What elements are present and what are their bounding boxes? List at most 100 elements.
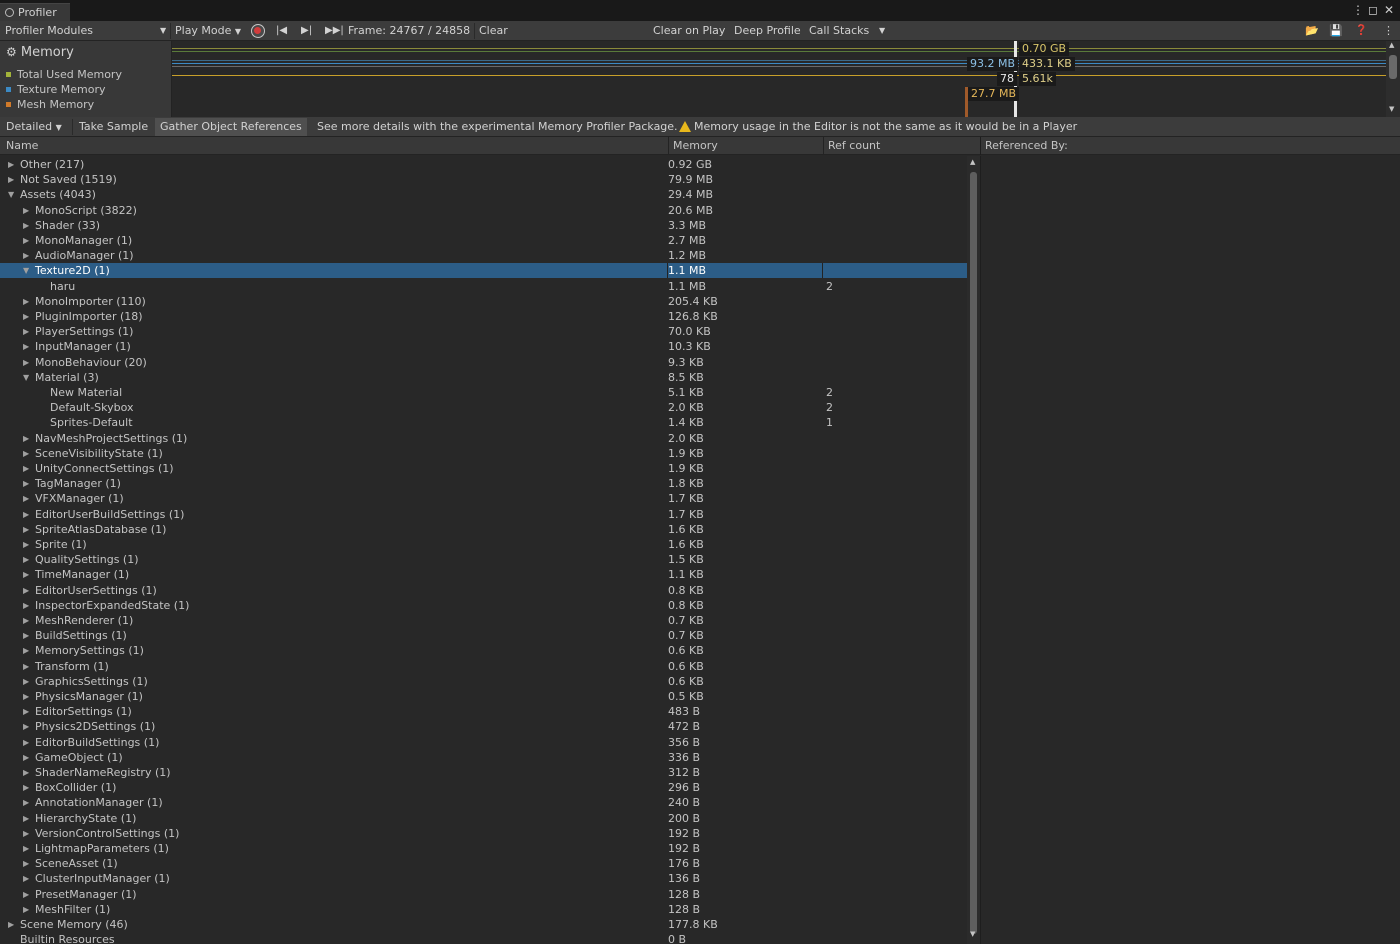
collapsed-arrow-icon[interactable]: ▶ — [23, 902, 29, 917]
tree-row[interactable]: Default-Skybox 2.0 KB 2 — [0, 400, 967, 415]
collapsed-arrow-icon[interactable]: ▶ — [23, 795, 29, 810]
column-header-name[interactable]: Name — [0, 137, 668, 155]
tree-row[interactable]: ▶ PhysicsManager (1) 0.5 KB — [0, 689, 967, 704]
memory-tree[interactable]: ▶ Other (217) 0.92 GB ▶ Not Saved (1519) 79.9… — [0, 156, 967, 944]
collapsed-arrow-icon[interactable]: ▶ — [23, 735, 29, 750]
expanded-arrow-icon[interactable]: ▼ — [23, 370, 29, 385]
tree-row[interactable]: ▶ Shader (33) 3.3 MB — [0, 218, 967, 233]
collapsed-arrow-icon[interactable]: ▶ — [23, 871, 29, 886]
collapsed-arrow-icon[interactable]: ▶ — [23, 431, 29, 446]
tree-row[interactable]: ▶ PlayerSettings (1) 70.0 KB — [0, 324, 967, 339]
tree-row[interactable]: ▼ Texture2D (1) 1.1 MB — [0, 263, 967, 279]
play-mode-dropdown[interactable]: Play Mode ▼ — [175, 21, 241, 41]
gather-object-references-toggle[interactable]: Gather Object References — [155, 118, 307, 136]
tree-row[interactable]: ▶ AudioManager (1) 1.2 MB — [0, 248, 967, 263]
collapsed-arrow-icon[interactable]: ▶ — [23, 887, 29, 902]
collapsed-arrow-icon[interactable]: ▶ — [23, 218, 29, 233]
column-header-memory[interactable]: Memory — [668, 137, 823, 155]
collapsed-arrow-icon[interactable]: ▶ — [23, 567, 29, 582]
collapsed-arrow-icon[interactable]: ▶ — [23, 537, 29, 552]
collapsed-arrow-icon[interactable]: ▶ — [23, 203, 29, 218]
collapsed-arrow-icon[interactable]: ▶ — [23, 719, 29, 734]
tree-row[interactable]: ▶ ShaderNameRegistry (1) 312 B — [0, 765, 967, 780]
collapsed-arrow-icon[interactable]: ▶ — [23, 765, 29, 780]
collapsed-arrow-icon[interactable]: ▶ — [23, 294, 29, 309]
scroll-up-icon[interactable]: ▲ — [970, 158, 975, 166]
tree-row[interactable]: ▶ VFXManager (1) 1.7 KB — [0, 491, 967, 506]
tree-row[interactable]: ▶ Scene Memory (46) 177.8 KB — [0, 917, 967, 932]
tree-row[interactable]: ▼ Material (3) 8.5 KB — [0, 370, 967, 385]
collapsed-arrow-icon[interactable]: ▶ — [23, 491, 29, 506]
scroll-down-icon[interactable]: ▼ — [970, 930, 975, 938]
memory-module-panel[interactable]: ⚙ Memory Total Used Memory Texture Memor… — [0, 41, 172, 117]
collapsed-arrow-icon[interactable]: ▶ — [23, 811, 29, 826]
scroll-up-icon[interactable]: ▲ — [1389, 41, 1394, 49]
memory-profiler-package-hint[interactable]: See more details with the experimental M… — [312, 118, 683, 136]
collapsed-arrow-icon[interactable]: ▶ — [23, 750, 29, 765]
tree-row[interactable]: ▶ Physics2DSettings (1) 472 B — [0, 719, 967, 734]
collapsed-arrow-icon[interactable]: ▶ — [23, 628, 29, 643]
call-stacks-dropdown-arrow[interactable]: ▼ — [879, 21, 885, 41]
tree-row[interactable]: ▶ GameObject (1) 336 B — [0, 750, 967, 765]
tree-row[interactable]: ▶ VersionControlSettings (1) 192 B — [0, 826, 967, 841]
tree-row[interactable]: ▶ UnityConnectSettings (1) 1.9 KB — [0, 461, 967, 476]
collapsed-arrow-icon[interactable]: ▶ — [23, 507, 29, 522]
collapsed-arrow-icon[interactable]: ▶ — [23, 613, 29, 628]
collapsed-arrow-icon[interactable]: ▶ — [23, 552, 29, 567]
collapsed-arrow-icon[interactable]: ▶ — [8, 917, 14, 932]
more-options-icon[interactable]: ⋮ — [1352, 3, 1364, 17]
current-frame-button[interactable]: ▶▶| — [325, 21, 344, 41]
tree-row[interactable]: ▶ SceneAsset (1) 176 B — [0, 856, 967, 871]
graph-scroll-thumb[interactable] — [1389, 55, 1397, 79]
tree-row[interactable]: ▶ NavMeshProjectSettings (1) 2.0 KB — [0, 431, 967, 446]
tree-row[interactable]: ▶ MonoImporter (110) 205.4 KB — [0, 294, 967, 309]
tree-scroll-thumb[interactable] — [970, 172, 977, 934]
tree-row[interactable]: ▶ PresetManager (1) 128 B — [0, 887, 967, 902]
collapsed-arrow-icon[interactable]: ▶ — [23, 309, 29, 324]
more-options-icon[interactable]: ⋮ — [1383, 21, 1394, 41]
tree-row[interactable]: ▶ InspectorExpandedState (1) 0.8 KB — [0, 598, 967, 613]
legend-texture-memory[interactable]: Texture Memory — [6, 83, 106, 96]
memory-graph[interactable]: 0.70 GB 93.2 MB 433.1 KB 78 5.61k 27.7 M… — [172, 41, 1386, 117]
save-icon[interactable]: 💾 — [1329, 21, 1343, 41]
call-stacks-toggle[interactable]: Call Stacks — [809, 21, 869, 41]
collapsed-arrow-icon[interactable]: ▶ — [23, 233, 29, 248]
tree-row[interactable]: ▶ BoxCollider (1) 296 B — [0, 780, 967, 795]
collapsed-arrow-icon[interactable]: ▶ — [23, 583, 29, 598]
first-frame-button[interactable]: |◀ — [276, 21, 287, 41]
clear-on-play-toggle[interactable]: Clear on Play — [653, 21, 725, 41]
view-mode-dropdown[interactable]: Detailed ▼ — [1, 118, 67, 136]
tree-row[interactable]: ▶ TimeManager (1) 1.1 KB — [0, 567, 967, 582]
tree-row[interactable]: ▶ ClusterInputManager (1) 136 B — [0, 871, 967, 886]
tree-row[interactable]: ▶ BuildSettings (1) 0.7 KB — [0, 628, 967, 643]
collapsed-arrow-icon[interactable]: ▶ — [23, 643, 29, 658]
profiler-window-tab[interactable]: Profiler — [0, 3, 70, 21]
tree-row[interactable]: ▶ MeshRenderer (1) 0.7 KB — [0, 613, 967, 628]
tree-row[interactable]: haru 1.1 MB 2 — [0, 279, 967, 294]
tree-row[interactable]: ▼ Assets (4043) 29.4 MB — [0, 187, 967, 202]
tree-row[interactable]: ▶ Not Saved (1519) 79.9 MB — [0, 172, 967, 187]
scroll-down-icon[interactable]: ▼ — [1389, 105, 1394, 113]
tree-row[interactable]: Sprites-Default 1.4 KB 1 — [0, 415, 967, 430]
tree-row[interactable]: ▶ SceneVisibilityState (1) 1.9 KB — [0, 446, 967, 461]
legend-total-used-memory[interactable]: Total Used Memory — [6, 68, 122, 81]
tree-row[interactable]: ▶ MonoScript (3822) 20.6 MB — [0, 203, 967, 218]
profiler-modules-dropdown[interactable]: Profiler Modules ▼ — [5, 21, 170, 41]
expanded-arrow-icon[interactable]: ▼ — [23, 263, 29, 278]
tree-row[interactable]: Builtin Resources 0 B — [0, 932, 967, 944]
deep-profile-toggle[interactable]: Deep Profile — [734, 21, 801, 41]
tree-row[interactable]: ▶ MemorySettings (1) 0.6 KB — [0, 643, 967, 658]
collapsed-arrow-icon[interactable]: ▶ — [23, 522, 29, 537]
tree-row[interactable]: ▶ Sprite (1) 1.6 KB — [0, 537, 967, 552]
close-icon[interactable]: ✕ — [1384, 3, 1394, 17]
tree-row[interactable]: New Material 5.1 KB 2 — [0, 385, 967, 400]
expanded-arrow-icon[interactable]: ▼ — [8, 187, 14, 202]
collapsed-arrow-icon[interactable]: ▶ — [23, 704, 29, 719]
collapsed-arrow-icon[interactable]: ▶ — [23, 598, 29, 613]
next-frame-button[interactable]: ▶| — [301, 21, 312, 41]
collapsed-arrow-icon[interactable]: ▶ — [8, 172, 14, 187]
collapsed-arrow-icon[interactable]: ▶ — [23, 324, 29, 339]
tree-row[interactable]: ▶ EditorSettings (1) 483 B — [0, 704, 967, 719]
tree-row[interactable]: ▶ HierarchyState (1) 200 B — [0, 811, 967, 826]
column-header-refcount[interactable]: Ref count — [823, 137, 980, 155]
